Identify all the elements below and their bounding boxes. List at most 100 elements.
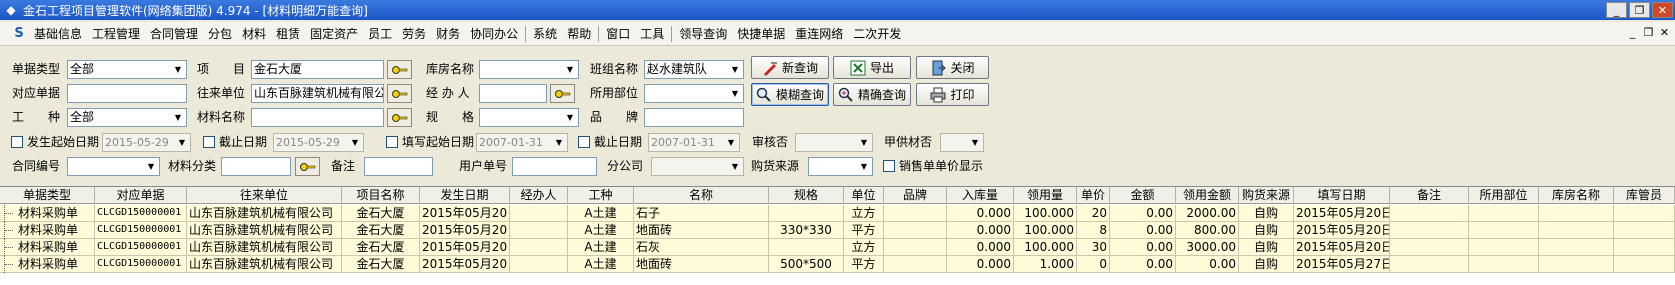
partner-picker-button[interactable] xyxy=(387,84,412,103)
table-cell[interactable]: CLCGD150000001 xyxy=(95,222,187,238)
table-cell[interactable]: 20 xyxy=(1077,205,1110,221)
menu-subcontract[interactable]: 分包 xyxy=(203,24,237,44)
table-cell[interactable] xyxy=(510,256,568,272)
table-cell[interactable]: 金石大厦 xyxy=(342,205,420,221)
sale-price-checkbox[interactable] xyxy=(883,160,895,172)
table-cell[interactable] xyxy=(884,239,947,255)
supply-select[interactable]: ▼ xyxy=(940,133,984,152)
menu-collab[interactable]: 协同办公 xyxy=(465,24,523,44)
table-cell[interactable] xyxy=(510,239,568,255)
table-cell[interactable]: 0.00 xyxy=(1110,205,1176,221)
table-cell[interactable] xyxy=(1614,205,1675,221)
table-cell[interactable]: 0 xyxy=(1077,256,1110,272)
menu-leader-query[interactable]: 领导查询 xyxy=(674,24,732,44)
column-header[interactable]: 领用量 xyxy=(1014,187,1077,204)
table-cell[interactable]: 金石大厦 xyxy=(342,222,420,238)
menu-system[interactable]: 系统 xyxy=(528,24,562,44)
start-date-checkbox[interactable] xyxy=(11,136,23,148)
table-cell[interactable]: 2015年05月20日 xyxy=(1294,239,1390,255)
partner-field[interactable]: 山东百脉建筑机械有限公司 xyxy=(251,84,384,103)
column-header[interactable]: 库管员 xyxy=(1614,187,1675,204)
table-cell[interactable]: 自购 xyxy=(1239,205,1294,221)
column-header[interactable]: 单价 xyxy=(1077,187,1110,204)
table-cell[interactable] xyxy=(510,222,568,238)
audit-select[interactable]: ▼ xyxy=(795,133,873,152)
table-cell[interactable]: 材料采购单 xyxy=(0,205,95,221)
table-cell[interactable]: 山东百脉建筑机械有限公司 xyxy=(187,239,342,255)
end-date-picker[interactable]: 2015-05-29 ▼ xyxy=(273,133,364,152)
exact-query-button[interactable]: 精确查询 xyxy=(833,83,911,106)
table-row[interactable]: 材料采购单 CLCGD150000001 山东百脉建筑机械有限公司 金石大厦 2015年… xyxy=(0,239,1675,256)
restore-icon[interactable]: ❐ xyxy=(1629,2,1650,18)
export-button[interactable]: 导出 xyxy=(833,56,911,79)
table-cell[interactable]: 山东百脉建筑机械有限公司 xyxy=(187,256,342,272)
table-cell[interactable]: 1.000 xyxy=(1014,256,1077,272)
menu-reconnect[interactable]: 重连网络 xyxy=(790,24,848,44)
table-cell[interactable] xyxy=(1390,256,1469,272)
column-header[interactable]: 单位 xyxy=(844,187,884,204)
fill-start-picker[interactable]: 2007-01-31 ▼ xyxy=(476,133,568,152)
table-cell[interactable]: 2015年05月20日 xyxy=(420,256,510,272)
table-cell[interactable]: 自购 xyxy=(1239,222,1294,238)
end-date-checkbox[interactable] xyxy=(203,136,215,148)
material-picker-button[interactable] xyxy=(387,108,412,127)
table-cell[interactable] xyxy=(1539,239,1614,255)
table-cell[interactable]: 平方 xyxy=(844,256,884,272)
menu-lease[interactable]: 租赁 xyxy=(271,24,305,44)
table-cell[interactable]: 平方 xyxy=(844,222,884,238)
menu-finance[interactable]: 财务 xyxy=(431,24,465,44)
table-cell[interactable] xyxy=(1469,222,1539,238)
menu-help[interactable]: 帮助 xyxy=(562,24,596,44)
table-cell[interactable]: 立方 xyxy=(844,205,884,221)
project-picker-button[interactable] xyxy=(387,60,412,79)
table-cell[interactable]: 100.000 xyxy=(1014,239,1077,255)
column-header[interactable]: 对应单据 xyxy=(95,187,187,204)
branch-select[interactable]: ▼ xyxy=(651,157,744,176)
table-cell[interactable]: 0.00 xyxy=(1110,222,1176,238)
table-cell[interactable] xyxy=(1469,205,1539,221)
column-header[interactable]: 单据类型 xyxy=(0,187,95,204)
table-cell[interactable]: 材料采购单 xyxy=(0,239,95,255)
column-header[interactable]: 备注 xyxy=(1390,187,1469,204)
table-cell[interactable]: 山东百脉建筑机械有限公司 xyxy=(187,222,342,238)
table-cell[interactable]: 2015年05月20日 xyxy=(1294,205,1390,221)
menu-fixed-assets[interactable]: 固定资产 xyxy=(305,24,363,44)
project-field[interactable]: 金石大厦 xyxy=(251,60,384,79)
doc-type-select[interactable]: 全部 ▼ xyxy=(67,60,187,79)
table-cell[interactable] xyxy=(884,222,947,238)
table-row[interactable]: 材料采购单 CLCGD150000001 山东百脉建筑机械有限公司 金石大厦 2015年… xyxy=(0,205,1675,222)
fuzzy-query-button[interactable]: 模糊查询 xyxy=(751,83,829,106)
table-cell[interactable]: 500*500 xyxy=(769,256,844,272)
table-cell[interactable] xyxy=(1614,222,1675,238)
menu-basic-info[interactable]: 基础信息 xyxy=(29,24,87,44)
source-select[interactable]: ▼ xyxy=(808,157,873,176)
column-header[interactable]: 品牌 xyxy=(884,187,947,204)
table-cell[interactable]: 100.000 xyxy=(1014,222,1077,238)
menu-material[interactable]: 材料 xyxy=(237,24,271,44)
table-cell[interactable] xyxy=(769,239,844,255)
table-cell[interactable]: A土建 xyxy=(568,239,634,255)
table-cell[interactable] xyxy=(510,205,568,221)
table-cell[interactable]: 自购 xyxy=(1239,256,1294,272)
contract-select[interactable]: ▼ xyxy=(67,157,160,176)
column-header[interactable]: 规格 xyxy=(769,187,844,204)
table-cell[interactable] xyxy=(1390,205,1469,221)
table-cell[interactable]: CLCGD150000001 xyxy=(95,239,187,255)
menu-contract[interactable]: 合同管理 xyxy=(145,24,203,44)
table-cell[interactable]: 金石大厦 xyxy=(342,256,420,272)
table-cell[interactable]: 0.000 xyxy=(947,256,1014,272)
mdi-minimize-icon[interactable]: _ xyxy=(1626,26,1639,39)
ref-doc-field[interactable] xyxy=(67,84,187,103)
table-cell[interactable]: CLCGD150000001 xyxy=(95,205,187,221)
menu-dev[interactable]: 二次开发 xyxy=(848,24,906,44)
table-cell[interactable]: 2015年05月20日 xyxy=(420,239,510,255)
table-cell[interactable] xyxy=(1614,239,1675,255)
table-cell[interactable] xyxy=(1469,256,1539,272)
table-cell[interactable]: CLCGD150000001 xyxy=(95,256,187,272)
table-cell[interactable] xyxy=(1390,222,1469,238)
table-cell[interactable]: 30 xyxy=(1077,239,1110,255)
spec-select[interactable]: ▼ xyxy=(479,108,579,127)
table-cell[interactable] xyxy=(1539,222,1614,238)
table-cell[interactable] xyxy=(769,205,844,221)
column-header[interactable]: 填写日期 xyxy=(1294,187,1390,204)
